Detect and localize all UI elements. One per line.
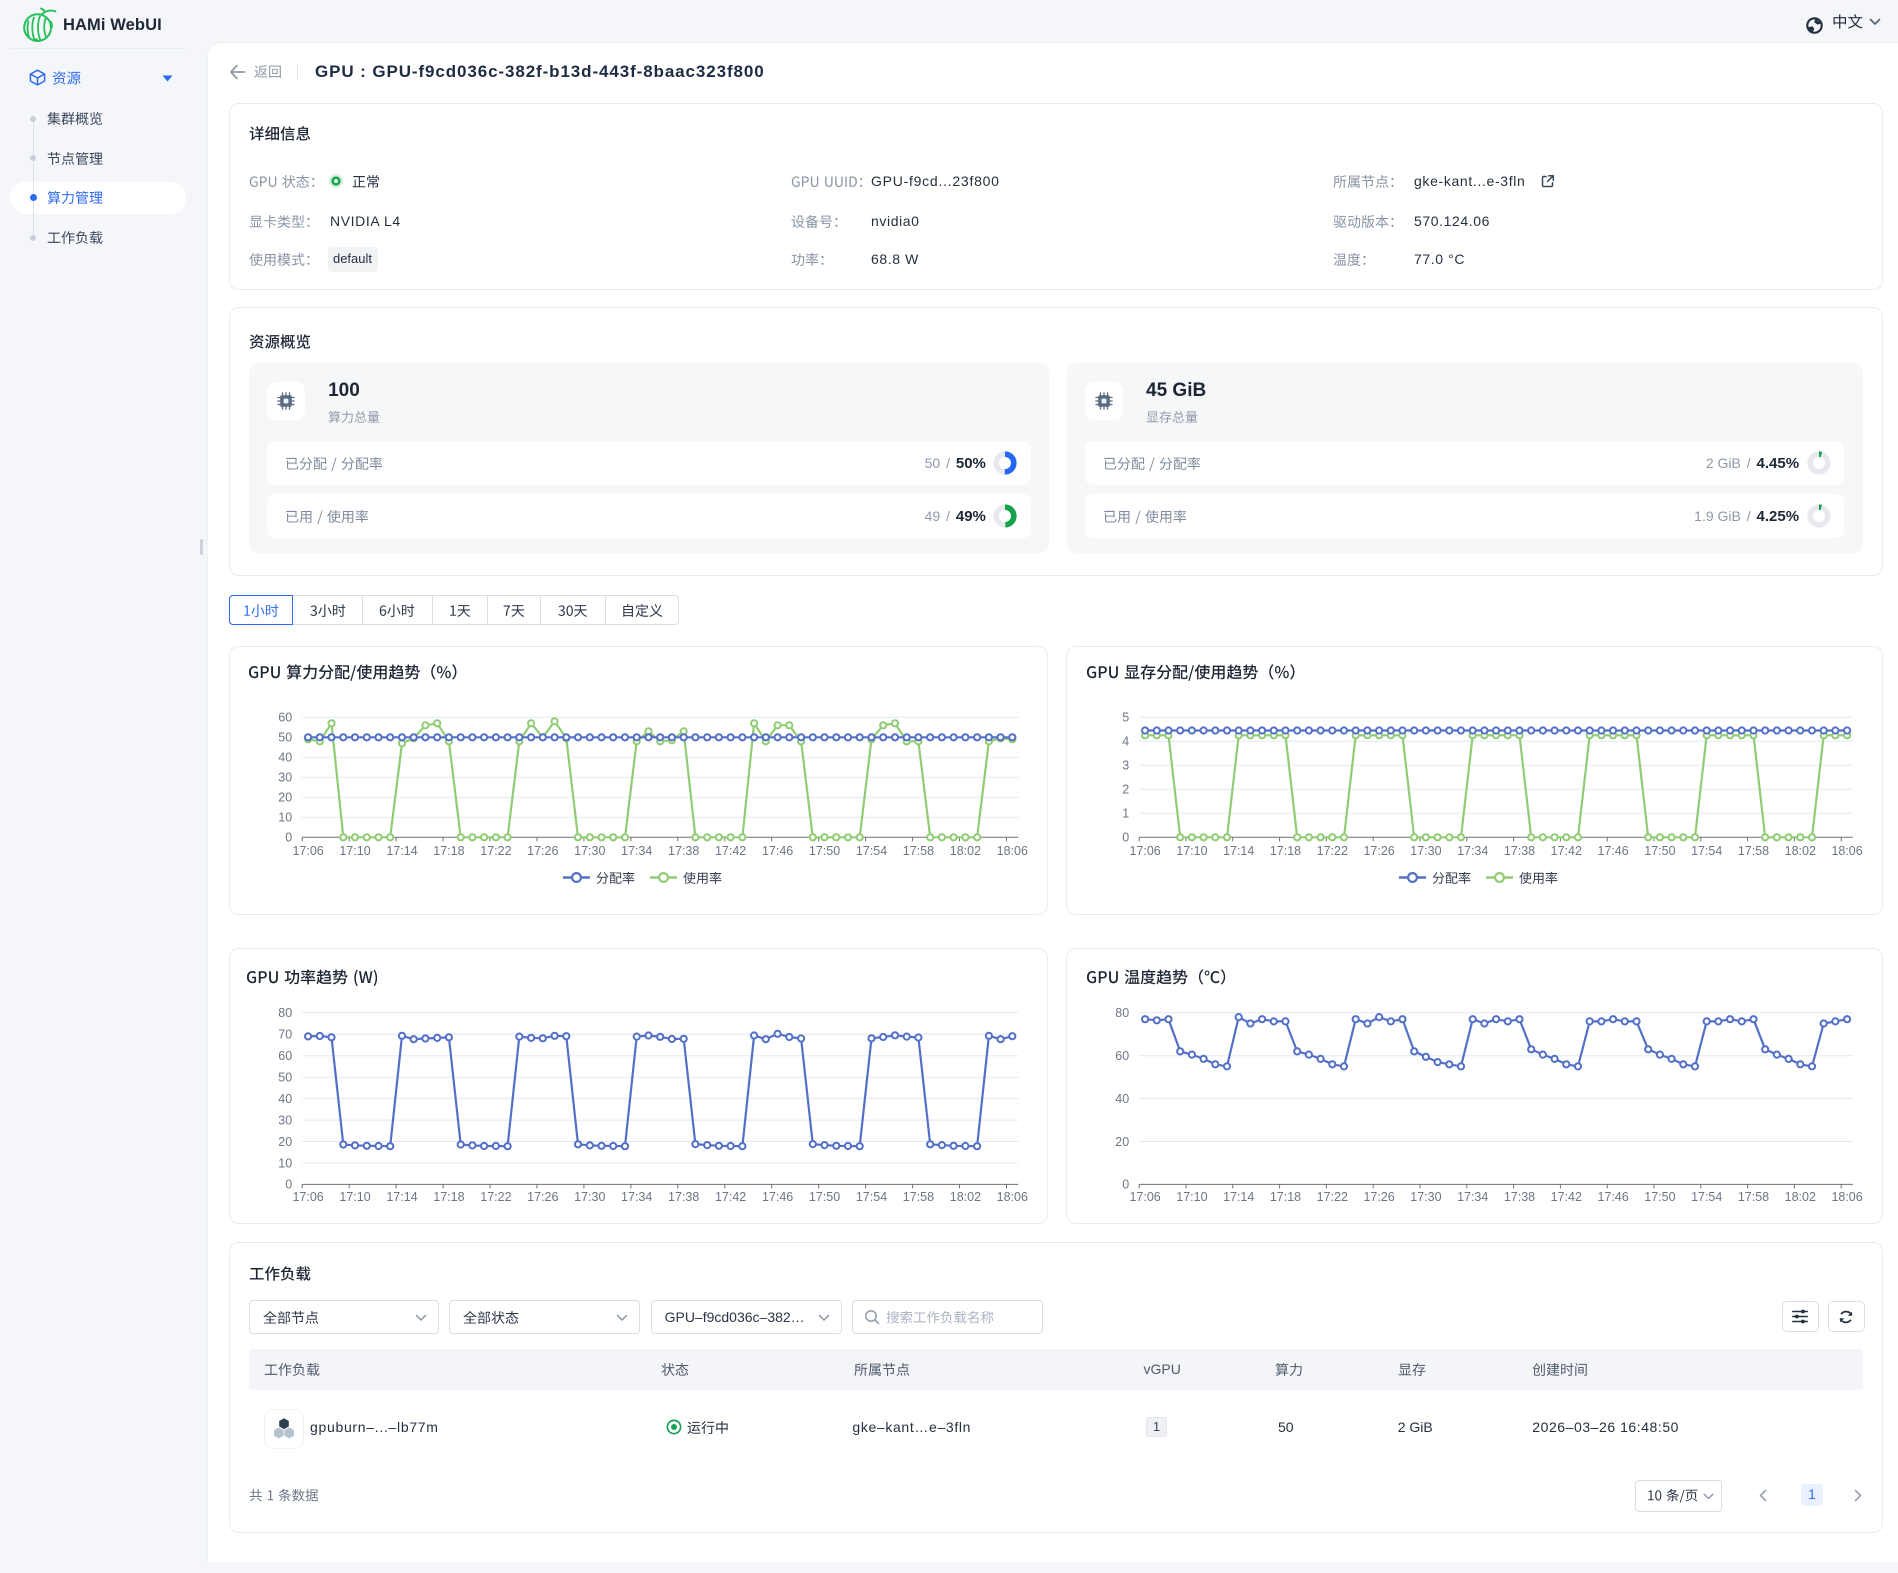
svg-text:17:50: 17:50 [809,1190,840,1204]
svg-text:30: 30 [278,1113,292,1127]
svg-text:18:06: 18:06 [1832,844,1863,858]
svg-text:17:26: 17:26 [527,844,558,858]
svg-text:40: 40 [1116,1092,1130,1106]
svg-text:40: 40 [278,751,292,765]
svg-text:10: 10 [278,1156,292,1170]
svg-text:60: 60 [278,711,292,725]
svg-text:17:14: 17:14 [386,1190,417,1204]
svg-text:17:58: 17:58 [1738,1190,1769,1204]
svg-text:17:22: 17:22 [1317,844,1348,858]
svg-text:17:34: 17:34 [621,844,652,858]
svg-text:20: 20 [278,1135,292,1149]
svg-text:0: 0 [1123,1178,1130,1192]
svg-text:17:46: 17:46 [762,1190,793,1204]
svg-text:18:02: 18:02 [950,1190,981,1204]
svg-text:17:34: 17:34 [621,1190,652,1204]
svg-text:4: 4 [1123,735,1130,749]
svg-text:18:02: 18:02 [1785,1190,1816,1204]
svg-text:17:58: 17:58 [1738,844,1769,858]
svg-text:17:18: 17:18 [433,844,464,858]
svg-text:17:38: 17:38 [668,1190,699,1204]
svg-text:17:38: 17:38 [1504,844,1535,858]
svg-text:17:42: 17:42 [1551,1190,1582,1204]
svg-text:18:06: 18:06 [997,1190,1028,1204]
svg-text:0: 0 [285,1178,292,1192]
svg-text:17:38: 17:38 [1504,1190,1535,1204]
svg-text:18:02: 18:02 [950,844,981,858]
svg-text:3: 3 [1123,759,1130,773]
svg-text:17:46: 17:46 [762,844,793,858]
svg-text:17:42: 17:42 [715,1190,746,1204]
svg-text:17:18: 17:18 [433,1190,464,1204]
svg-text:17:54: 17:54 [1691,844,1722,858]
svg-text:50: 50 [278,731,292,745]
svg-text:17:14: 17:14 [386,844,417,858]
svg-text:17:34: 17:34 [1457,844,1488,858]
svg-text:17:30: 17:30 [1411,1190,1442,1204]
svg-text:2: 2 [1123,783,1130,797]
svg-text:80: 80 [278,1006,292,1020]
svg-text:10: 10 [278,811,292,825]
svg-text:17:22: 17:22 [480,844,511,858]
svg-text:5: 5 [1123,711,1130,725]
svg-text:17:50: 17:50 [1645,1190,1676,1204]
svg-text:17:38: 17:38 [668,844,699,858]
svg-text:20: 20 [1116,1135,1130,1149]
svg-text:0: 0 [285,831,292,845]
svg-text:17:54: 17:54 [1691,1190,1722,1204]
svg-text:17:06: 17:06 [292,1190,323,1204]
svg-text:18:06: 18:06 [1832,1190,1863,1204]
svg-text:17:10: 17:10 [1177,1190,1208,1204]
svg-text:17:30: 17:30 [574,844,605,858]
svg-text:17:34: 17:34 [1457,1190,1488,1204]
svg-text:60: 60 [1116,1049,1130,1063]
svg-text:50: 50 [278,1071,292,1085]
svg-text:40: 40 [278,1092,292,1106]
svg-text:80: 80 [1116,1006,1130,1020]
svg-text:17:58: 17:58 [903,844,934,858]
svg-text:18:06: 18:06 [997,844,1028,858]
svg-text:17:30: 17:30 [1411,844,1442,858]
svg-text:17:14: 17:14 [1223,844,1254,858]
svg-text:17:26: 17:26 [527,1190,558,1204]
svg-text:30: 30 [278,771,292,785]
svg-text:17:50: 17:50 [809,844,840,858]
svg-text:18:02: 18:02 [1785,844,1816,858]
svg-text:17:06: 17:06 [1130,844,1161,858]
svg-text:17:14: 17:14 [1223,1190,1254,1204]
svg-text:17:42: 17:42 [1551,844,1582,858]
svg-text:0: 0 [1123,831,1130,845]
svg-text:17:10: 17:10 [339,1190,370,1204]
svg-text:17:50: 17:50 [1645,844,1676,858]
svg-text:17:46: 17:46 [1598,844,1629,858]
svg-text:17:46: 17:46 [1598,1190,1629,1204]
svg-text:17:22: 17:22 [480,1190,511,1204]
svg-text:17:18: 17:18 [1270,1190,1301,1204]
svg-text:70: 70 [278,1028,292,1042]
svg-text:60: 60 [278,1049,292,1063]
svg-text:17:26: 17:26 [1364,844,1395,858]
svg-text:1: 1 [1123,807,1130,821]
svg-text:17:42: 17:42 [715,844,746,858]
svg-text:17:30: 17:30 [574,1190,605,1204]
svg-text:20: 20 [278,791,292,805]
svg-text:17:58: 17:58 [903,1190,934,1204]
svg-text:17:10: 17:10 [339,844,370,858]
svg-text:17:18: 17:18 [1270,844,1301,858]
svg-text:17:26: 17:26 [1364,1190,1395,1204]
svg-text:17:10: 17:10 [1177,844,1208,858]
svg-text:17:22: 17:22 [1317,1190,1348,1204]
svg-text:17:54: 17:54 [856,1190,887,1204]
svg-text:17:54: 17:54 [856,844,887,858]
svg-text:17:06: 17:06 [1130,1190,1161,1204]
svg-text:17:06: 17:06 [292,844,323,858]
